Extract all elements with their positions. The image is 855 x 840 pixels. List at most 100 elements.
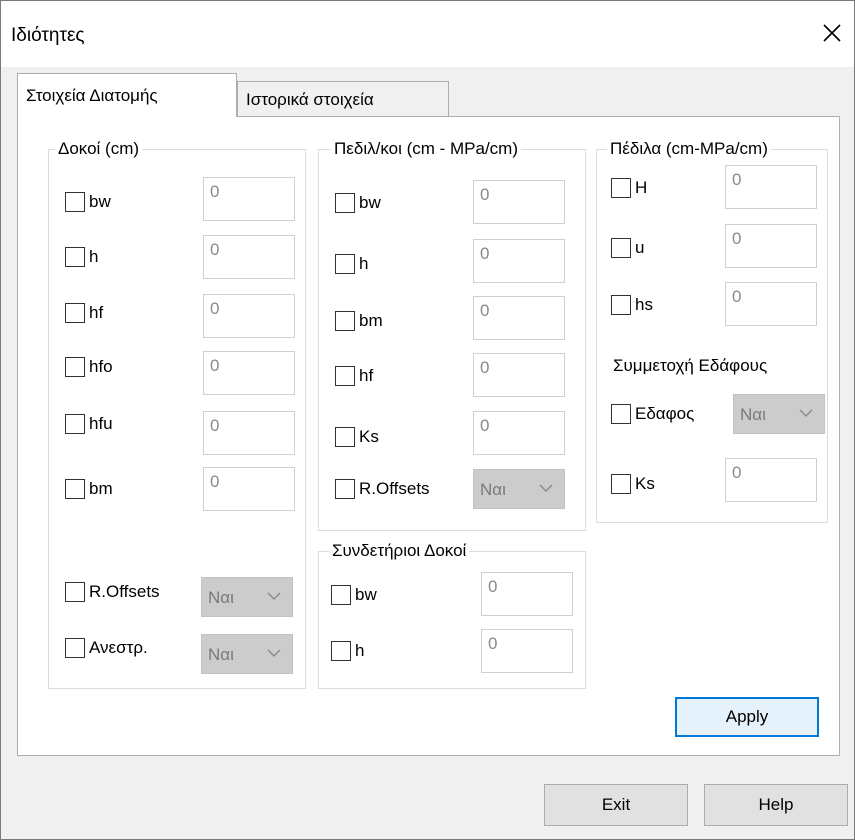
select-value: Ναι <box>208 645 234 664</box>
checkbox-box <box>611 404 631 424</box>
tie-bw-checkbox[interactable]: bw <box>331 585 377 605</box>
strip-bw-checkbox[interactable]: bw <box>335 193 381 213</box>
tie-h-input[interactable]: 0 <box>481 629 573 673</box>
checkbox-label: bm <box>89 479 113 498</box>
checkbox-box <box>335 193 355 213</box>
checkbox-label: bw <box>359 193 381 212</box>
checkbox-box <box>65 357 85 377</box>
checkbox-label: Εδαφος <box>635 404 695 423</box>
strip-hf-checkbox[interactable]: hf <box>335 366 373 386</box>
footings-legend: Πέδιλα (cm-MPa/cm) <box>607 139 771 159</box>
beams-hfo-input[interactable]: 0 <box>203 351 295 395</box>
beams-hfo-checkbox[interactable]: hfo <box>65 357 113 377</box>
beams-inverse-select[interactable]: Ναι <box>201 634 293 674</box>
footing-H-input[interactable]: 0 <box>725 165 817 209</box>
checkbox-box <box>65 303 85 323</box>
strip-footings-group: Πεδιλ/κοι (cm - MPa/cm) bw 0 h 0 bm 0 hf… <box>318 139 586 531</box>
checkbox-label: Ανεστρ. <box>89 638 148 657</box>
checkbox-box <box>331 585 351 605</box>
beams-h-checkbox[interactable]: h <box>65 247 98 267</box>
strip-h-checkbox[interactable]: h <box>335 254 368 274</box>
properties-dialog: Ιδιότητες Στοιχεία Διατομής Ιστορικά στο… <box>0 0 855 840</box>
beams-hfu-input[interactable]: 0 <box>203 411 295 455</box>
strip-offsets-checkbox[interactable]: R.Offsets <box>335 479 430 499</box>
beams-bm-checkbox[interactable]: bm <box>65 479 113 499</box>
tab-label: Στοιχεία Διατομής <box>26 86 158 105</box>
checkbox-box <box>611 178 631 198</box>
footing-ks-input[interactable]: 0 <box>725 458 817 502</box>
tie-beams-group: Συνδετήριοι Δοκοί bw 0 h 0 <box>318 541 586 689</box>
beams-offsets-select[interactable]: Ναι <box>201 577 293 617</box>
checkbox-box <box>65 414 85 434</box>
beams-offsets-checkbox[interactable]: R.Offsets <box>65 582 160 602</box>
strip-h-input[interactable]: 0 <box>473 239 565 283</box>
checkbox-label: u <box>635 238 645 257</box>
checkbox-box <box>331 641 351 661</box>
checkbox-label: hfu <box>89 414 113 433</box>
strip-offsets-select[interactable]: Ναι <box>473 469 565 509</box>
soil-select[interactable]: Ναι <box>733 394 825 434</box>
tab-section-data[interactable]: Στοιχεία Διατομής <box>17 73 237 117</box>
title-bar: Ιδιότητες <box>1 1 854 67</box>
footings-group: Πέδιλα (cm-MPa/cm) H 0 u 0 hs 0 Συμμετοχ… <box>596 139 828 523</box>
chevron-down-icon <box>539 484 553 492</box>
strip-bm-input[interactable]: 0 <box>473 296 565 340</box>
help-button[interactable]: Help <box>704 784 848 826</box>
beams-hf-input[interactable]: 0 <box>203 294 295 338</box>
beams-hfu-checkbox[interactable]: hfu <box>65 414 113 434</box>
soil-checkbox[interactable]: Εδαφος <box>611 404 694 424</box>
footing-u-input[interactable]: 0 <box>725 224 817 268</box>
checkbox-label: R.Offsets <box>89 582 160 601</box>
beams-legend: Δοκοί (cm) <box>55 139 143 159</box>
select-value: Ναι <box>480 480 506 499</box>
checkbox-label: hfo <box>89 357 113 376</box>
strip-ks-input[interactable]: 0 <box>473 411 565 455</box>
checkbox-box <box>335 427 355 447</box>
footing-u-checkbox[interactable]: u <box>611 238 644 258</box>
checkbox-box <box>65 479 85 499</box>
checkbox-label: H <box>635 178 648 197</box>
checkbox-label: h <box>355 641 365 660</box>
checkbox-label: Ks <box>635 474 655 493</box>
strip-bm-checkbox[interactable]: bm <box>335 311 383 331</box>
checkbox-box <box>611 474 631 494</box>
chevron-down-icon <box>799 409 813 417</box>
beams-bm-input[interactable]: 0 <box>203 467 295 511</box>
checkbox-box <box>65 247 85 267</box>
chevron-down-icon <box>267 649 281 657</box>
checkbox-box <box>335 254 355 274</box>
apply-button[interactable]: Apply <box>675 697 819 737</box>
window-title: Ιδιότητες <box>11 25 85 46</box>
checkbox-box <box>65 638 85 658</box>
footing-hs-checkbox[interactable]: hs <box>611 295 653 315</box>
beams-bw-checkbox[interactable]: bw <box>65 192 111 212</box>
strip-ks-checkbox[interactable]: Ks <box>335 427 379 447</box>
tie-h-checkbox[interactable]: h <box>331 641 364 661</box>
close-button[interactable] <box>810 11 854 55</box>
beams-bw-input[interactable]: 0 <box>203 177 295 221</box>
select-value: Ναι <box>208 588 234 607</box>
checkbox-box <box>335 366 355 386</box>
checkbox-box <box>611 295 631 315</box>
footing-ks-checkbox[interactable]: Ks <box>611 474 655 494</box>
strip-hf-input[interactable]: 0 <box>473 353 565 397</box>
checkbox-box <box>335 311 355 331</box>
beams-hf-checkbox[interactable]: hf <box>65 303 103 323</box>
tab-history-data[interactable]: Ιστορικά στοιχεία <box>237 81 449 117</box>
checkbox-label: h <box>89 247 99 266</box>
tie-bw-input[interactable]: 0 <box>481 572 573 616</box>
checkbox-box <box>611 238 631 258</box>
strip-bw-input[interactable]: 0 <box>473 180 565 224</box>
exit-button[interactable]: Exit <box>544 784 688 826</box>
footing-hs-input[interactable]: 0 <box>725 282 817 326</box>
checkbox-box <box>65 582 85 602</box>
checkbox-label: hf <box>359 366 374 385</box>
beams-group: Δοκοί (cm) bw 0 h 0 hf 0 hfo 0 hfu 0 bm … <box>48 139 306 689</box>
checkbox-box <box>65 192 85 212</box>
beams-h-input[interactable]: 0 <box>203 235 295 279</box>
beams-inverse-checkbox[interactable]: Ανεστρ. <box>65 638 148 658</box>
tab-panel: Δοκοί (cm) bw 0 h 0 hf 0 hfo 0 hfu 0 bm … <box>17 116 840 756</box>
checkbox-label: bm <box>359 311 383 330</box>
footing-H-checkbox[interactable]: H <box>611 178 647 198</box>
close-icon <box>823 24 841 42</box>
